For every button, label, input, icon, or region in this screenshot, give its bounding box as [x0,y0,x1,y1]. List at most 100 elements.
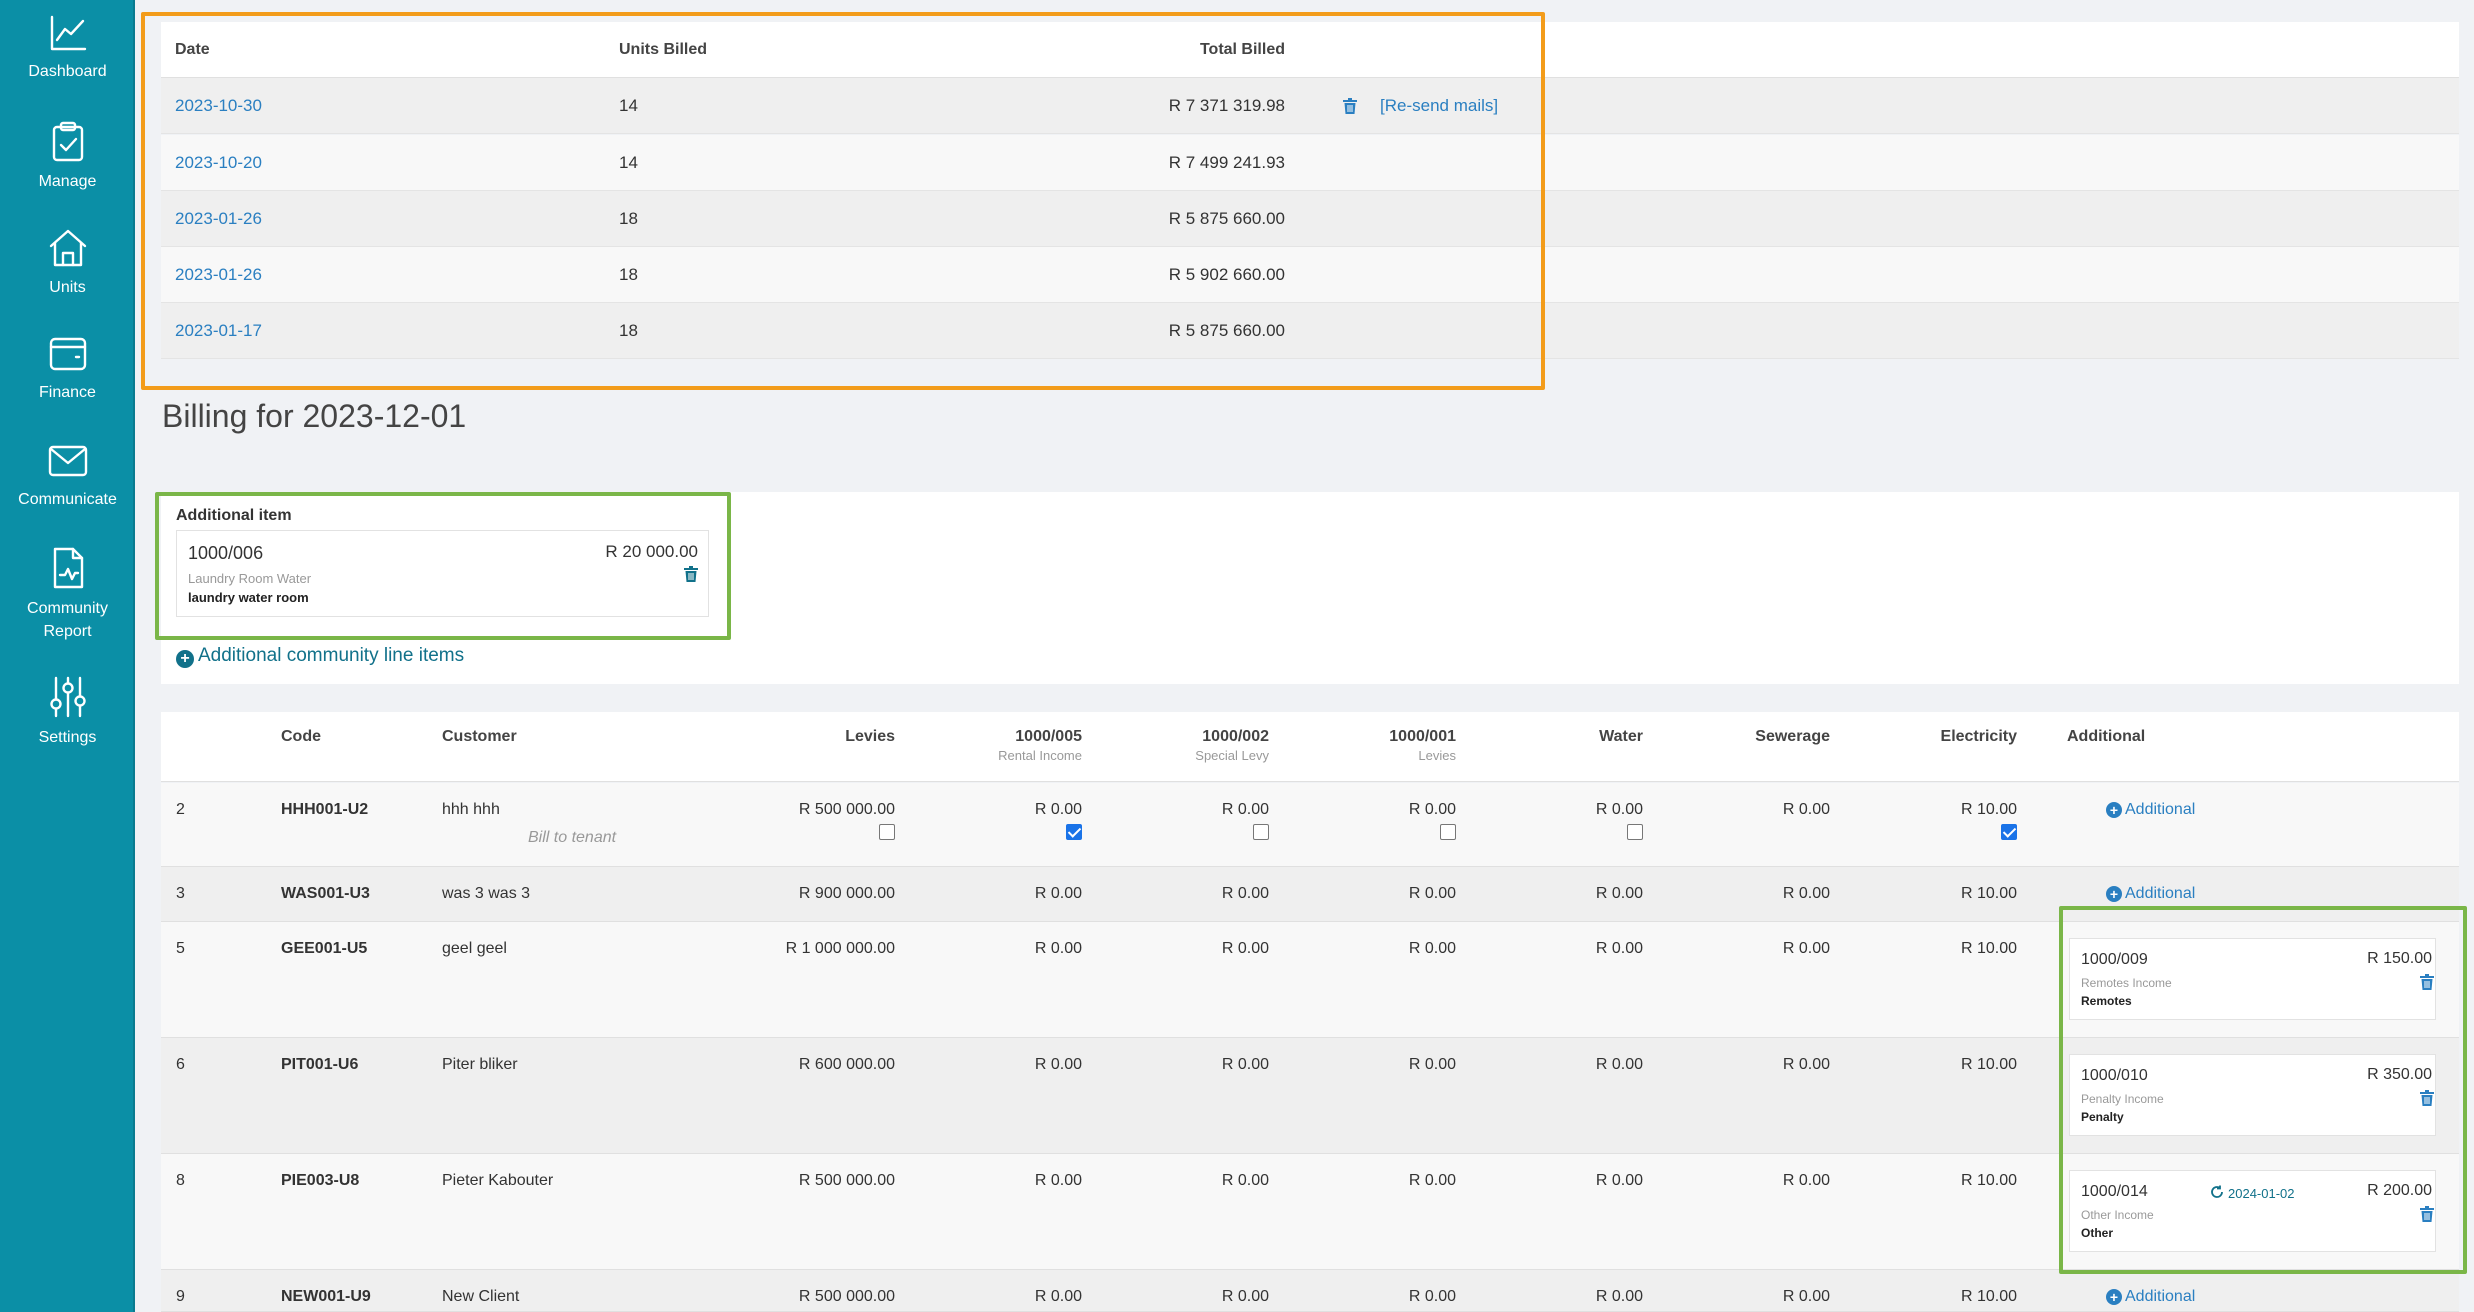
levies-value: R 500 000.00 [798,1288,895,1305]
trash-icon[interactable] [1343,98,1357,114]
sidebar-item-community-report[interactable]: Community Report [0,545,135,643]
add-community-line-items-link[interactable]: + Additional community line items [176,645,464,668]
column-header-1000-005: 1000/005 [1015,728,1082,745]
trash-icon[interactable] [2420,1090,2434,1106]
bill-tenant-checkbox-electricity[interactable] [2001,824,2017,840]
sewerage-value: R 0.00 [1782,940,1830,957]
additional-label: Additional [2125,801,2196,818]
add-additional-button[interactable]: + Additional [2106,1288,2195,1306]
bill-tenant-checkbox-1000-005[interactable] [1066,824,1082,840]
sliders-icon [49,676,86,718]
units-billed: 14 [619,153,638,172]
trash-icon[interactable] [2420,974,2434,990]
levies-value: R 600 000.00 [798,1056,895,1073]
bill-tenant-checkbox-1000-001[interactable] [1440,824,1456,840]
resend-mails-link[interactable]: [Re-send mails] [1380,78,1498,134]
column-subheader: Special Levy [1195,748,1269,763]
unit-code: HHH001-U2 [281,801,369,818]
table-row: 6 PIT001-U6 Piter bliker R 600 000.00 R … [161,1038,2459,1154]
column-header-water: Water [1599,728,1643,745]
row-number: 3 [176,885,185,902]
levies-1000-001-value: R 0.00 [1408,1172,1456,1189]
bill-tenant-checkbox-water[interactable] [1627,824,1643,840]
sewerage-value: R 0.00 [1782,885,1830,902]
billing-date-link[interactable]: 2023-01-26 [175,191,262,247]
water-value: R 0.00 [1595,1172,1643,1189]
history-table-header: Date Units Billed Total Billed [161,22,2459,78]
sidebar-label: Communicate [18,491,117,508]
sidebar-label: Finance [39,384,96,401]
water-value: R 0.00 [1595,801,1643,818]
sewerage-value: R 0.00 [1782,1056,1830,1073]
add-additional-button[interactable]: + Additional [2106,801,2195,819]
bill-tenant-checkbox-levies[interactable] [879,824,895,840]
additional-line-card: 1000/010 R 350.00 Penalty Income Penalty [2069,1054,2436,1136]
plus-circle-icon: + [176,650,194,668]
levies-value: R 900 000.00 [798,885,895,902]
billing-date-link[interactable]: 2023-10-30 [175,78,262,134]
wallet-icon [49,337,86,371]
item-account: Laundry Room Water [188,571,312,586]
sidebar-item-communicate[interactable]: Communicate [0,440,135,511]
unit-code: PIE003-U8 [281,1172,360,1189]
customer-name: Pieter Kabouter [442,1172,554,1189]
special-levy-value: R 0.00 [1221,1172,1269,1189]
additional-label: Additional [2125,1288,2196,1305]
units-billed: 18 [619,265,638,284]
sidebar-item-manage[interactable]: Manage [0,120,135,193]
item-amount: R 20 000.00 [605,542,698,561]
water-value: R 0.00 [1595,885,1643,902]
plus-circle-icon: + [2106,802,2122,818]
column-header-units: Units Billed [619,41,708,58]
recurring-refresh-icon [2211,1185,2223,1198]
levies-1000-001-value: R 0.00 [1408,801,1456,818]
additional-item-card: 1000/006 R 20 000.00 Laundry Room Water … [176,530,709,617]
rental-income-value: R 0.00 [1034,801,1082,818]
trash-icon[interactable] [2420,1206,2434,1222]
envelope-icon [48,445,87,477]
sewerage-value: R 0.00 [1782,1172,1830,1189]
total-billed: R 5 902 660.00 [1168,265,1285,284]
water-value: R 0.00 [1595,1056,1643,1073]
units-billed: 14 [619,96,638,115]
row-number: 6 [176,1056,185,1073]
bill-tenant-checkbox-1000-002[interactable] [1253,824,1269,840]
special-levy-value: R 0.00 [1221,1056,1269,1073]
billing-date-link[interactable]: 2023-01-26 [175,247,262,303]
add-community-label: Additional community line items [198,645,465,666]
additional-line-card: 1000/014 2024-01-02 R 200.00 Other Incom… [2069,1170,2436,1252]
row-number: 9 [176,1288,185,1305]
item-description: laundry water room [188,590,309,605]
customer-name: hhh hhh [442,801,500,818]
item-amount: R 350.00 [2367,1066,2432,1083]
electricity-value: R 10.00 [1960,1172,2017,1189]
column-header-code: Code [281,728,321,745]
electricity-value: R 10.00 [1960,1056,2017,1073]
report-icon [53,547,83,589]
unit-code: WAS001-U3 [281,885,370,902]
rental-income-value: R 0.00 [1034,1172,1082,1189]
clipboard-check-icon [52,121,83,162]
add-additional-button[interactable]: + Additional [2106,885,2195,903]
table-row: 2 HHH001-U2 hhh hhh Bill to tenant R 500… [161,783,2459,867]
item-description: Other [2081,1226,2114,1240]
trash-icon[interactable] [684,566,698,582]
customer-name: geel geel [442,940,507,957]
item-amount: R 150.00 [2367,950,2432,967]
sidebar-label: Settings [38,729,97,746]
recurring-date: 2024-01-02 [2228,1186,2295,1201]
sidebar-item-settings[interactable]: Settings [0,674,135,749]
sidebar-item-finance[interactable]: Finance [0,333,135,404]
billing-date-link[interactable]: 2023-01-17 [175,303,262,359]
levies-value: R 1 000 000.00 [785,940,895,957]
levies-value: R 500 000.00 [798,801,895,818]
sidebar-item-dashboard[interactable]: Dashboard [0,12,135,83]
row-number: 2 [176,801,185,818]
billing-date-link[interactable]: 2023-10-20 [175,135,262,191]
item-code: 1000/006 [188,543,264,563]
item-description: Remotes [2081,994,2132,1008]
column-header-total: Total Billed [1199,41,1285,58]
water-value: R 0.00 [1595,1288,1643,1305]
sidebar-item-units[interactable]: Units [0,226,135,299]
page-title: Billing for 2023-12-01 [162,398,467,434]
